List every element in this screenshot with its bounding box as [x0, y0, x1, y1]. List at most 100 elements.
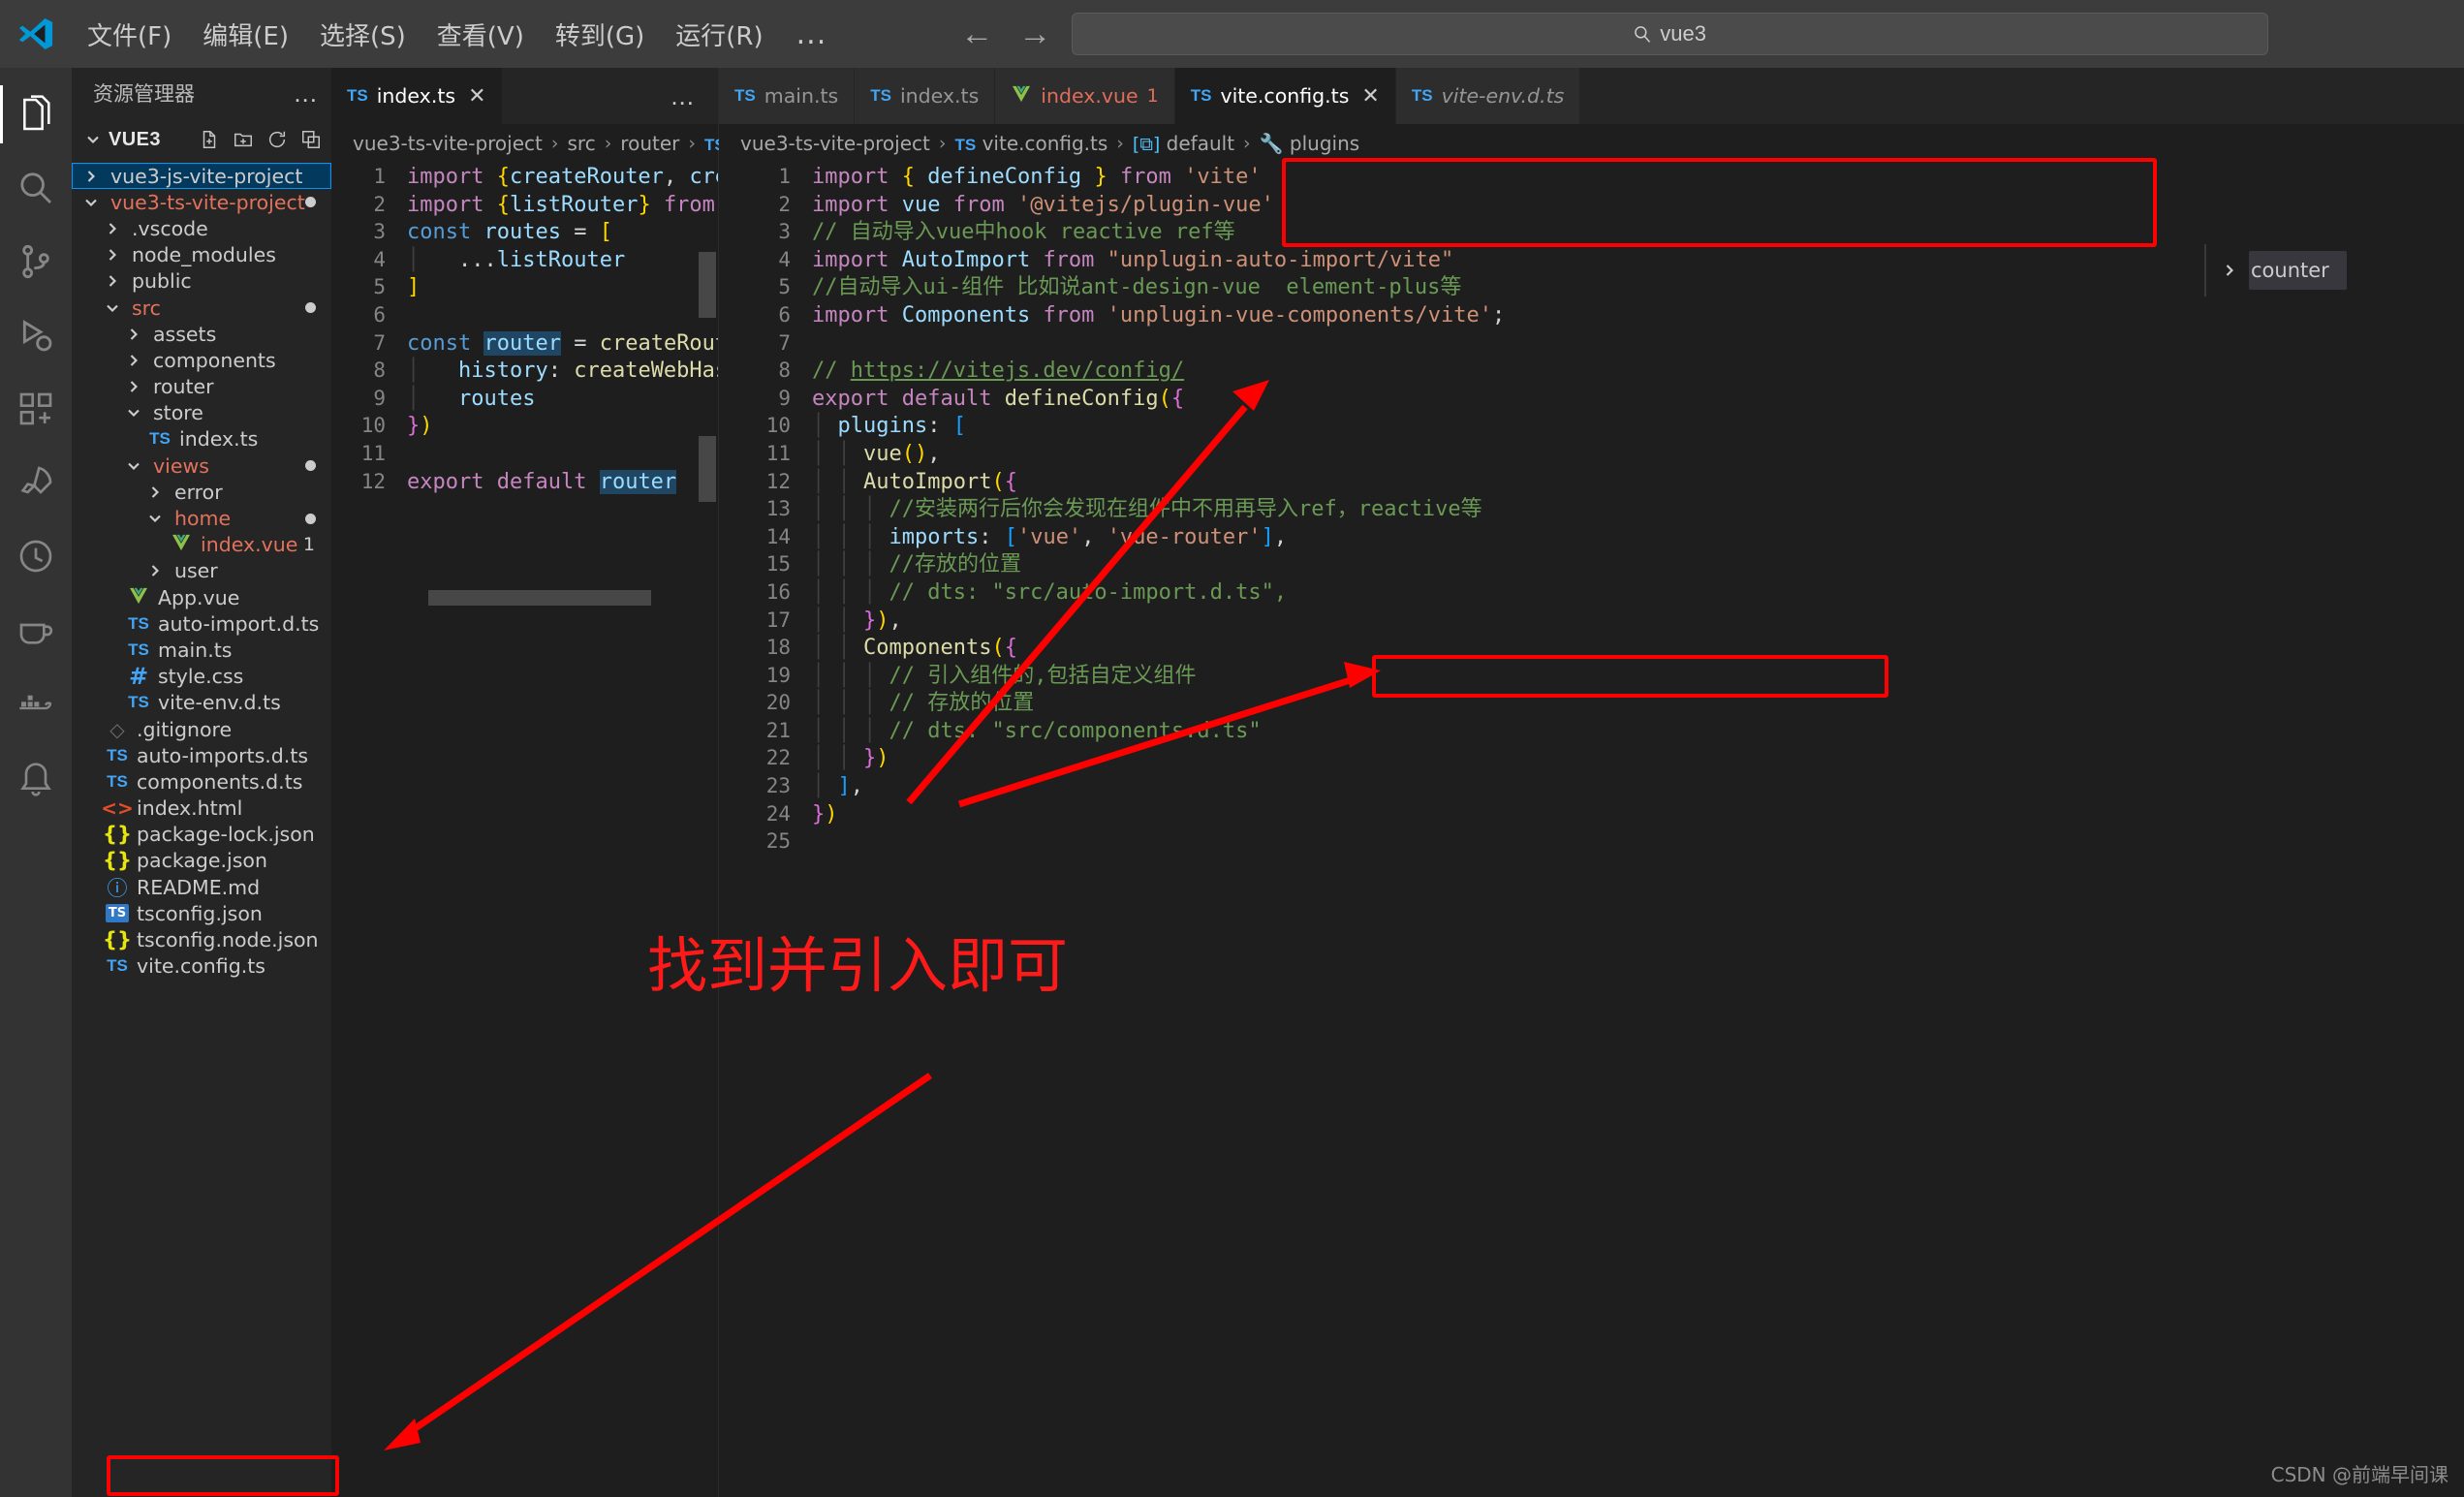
tab-bar-left[interactable]: TS index.ts ✕... — [331, 68, 718, 124]
tree-item-auto-import-d-ts[interactable]: TS auto-import.d.ts — [72, 610, 331, 637]
code-line[interactable]: 8 │ history: createWebHashHistory( — [331, 357, 718, 385]
close-icon[interactable]: ✕ — [468, 84, 485, 109]
search-input[interactable]: vue3 — [1071, 13, 2268, 55]
menu-selection[interactable]: 选择(S) — [304, 11, 421, 58]
tree-item-index-vue[interactable]: index.vue 1 — [72, 532, 331, 558]
breadcrumb-item[interactable]: src — [567, 132, 595, 155]
breadcrumb-item[interactable]: 🔧 plugins — [1260, 132, 1360, 155]
collapse-all-icon[interactable] — [300, 129, 322, 150]
code-line[interactable]: 18 │ │ Components({ — [719, 634, 2464, 662]
tree-item-home[interactable]: home — [72, 505, 331, 531]
workspace-root-row[interactable]: VUE3 — [72, 118, 331, 161]
code-line[interactable]: 4 import AutoImport from "unplugin-auto-i… — [719, 246, 2464, 274]
code-line[interactable]: 10 │ plugins: [ — [719, 412, 2464, 440]
activity-rocket[interactable] — [0, 446, 72, 519]
tree-item-package-lock-json[interactable]: {} package-lock.json — [72, 822, 331, 848]
tree-item-store[interactable]: store — [72, 400, 331, 426]
tree-item-main-ts[interactable]: TS main.ts — [72, 637, 331, 663]
tree-item-views[interactable]: views — [72, 452, 331, 479]
tree-item-style-css[interactable]: # style.css — [72, 663, 331, 690]
explorer-more-actions[interactable]: ... — [294, 78, 318, 109]
activity-source-control[interactable] — [0, 225, 72, 298]
tree-item-components-d-ts[interactable]: TS components.d.ts — [72, 768, 331, 795]
code-line[interactable]: 9 │ routes — [331, 385, 718, 413]
menu-go[interactable]: 转到(G) — [540, 11, 660, 58]
close-icon[interactable]: ✕ — [1361, 84, 1379, 109]
tree-item-index-ts[interactable]: TS index.ts — [72, 426, 331, 452]
tree-item-tsconfig-json[interactable]: TS tsconfig.json — [72, 900, 331, 926]
menu-file[interactable]: 文件(F) — [72, 11, 187, 58]
tab-main-ts[interactable]: TS main.ts — [719, 68, 856, 124]
tree-item-user[interactable]: user — [72, 558, 331, 584]
tab-index-ts[interactable]: TS index.ts ✕ — [331, 68, 503, 124]
new-folder-icon[interactable] — [233, 129, 254, 150]
tab-bar-right[interactable]: TS main.ts TS index.ts index.vue 1 TS vite.conf… — [719, 68, 2464, 124]
menu-view[interactable]: 查看(V) — [421, 11, 540, 58]
activity-java[interactable] — [0, 593, 72, 667]
tree-item--gitignore[interactable]: ◇ .gitignore — [72, 716, 331, 742]
code-line[interactable]: 12 │ │ AutoImport({ — [719, 468, 2464, 496]
code-line[interactable]: 1 import {createRouter, createWebHas — [331, 163, 718, 191]
tree-item-auto-imports-d-ts[interactable]: TS auto-imports.d.ts — [72, 742, 331, 768]
breadcrumb-item[interactable]: TS vite.config.ts — [954, 132, 1107, 155]
activity-run-debug[interactable] — [0, 298, 72, 372]
menu-bar[interactable]: 文件(F) 编辑(E) 选择(S) 查看(V) 转到(G) 运行(R) ... — [72, 11, 844, 58]
code-line[interactable]: 19 │ │ │ // 引入组件的,包括自定义组件 — [719, 662, 2464, 690]
tree-item-src[interactable]: src — [72, 295, 331, 321]
tree-item-node-modules[interactable]: node_modules — [72, 242, 331, 268]
code-line[interactable]: 25 — [719, 827, 2464, 856]
code-line[interactable]: 5] — [331, 273, 718, 301]
tree-item-readme-md[interactable]: ⓘ README.md — [72, 874, 331, 900]
code-line[interactable]: 2 import vue from '@vitejs/plugin-vue' — [719, 191, 2464, 219]
code-line[interactable]: 20 │ │ │ // 存放的位置 — [719, 689, 2464, 717]
tab-index-vue[interactable]: index.vue 1 — [995, 68, 1175, 124]
code-line[interactable]: 12 export default router — [331, 468, 718, 496]
code-line[interactable]: 23 │ ], — [719, 772, 2464, 800]
file-tree[interactable]: vue3-js-vite-project vue3-ts-vite-project… — [72, 163, 331, 980]
code-line[interactable]: 10}) — [331, 412, 718, 440]
forward-arrow-icon[interactable]: → — [1018, 17, 1051, 50]
code-line[interactable]: 4 │ ...listRouter — [331, 246, 718, 274]
new-file-icon[interactable] — [199, 129, 220, 150]
code-line[interactable]: 14 │ │ │ imports: ['vue', 'vue-router'], — [719, 523, 2464, 551]
tree-item-vue3-js-vite-project[interactable]: vue3-js-vite-project — [72, 163, 331, 190]
code-editor-right[interactable]: 1 import { defineConfig } from 'vite' 2 imp… — [719, 163, 2464, 1497]
code-line[interactable]: 6 import Components from 'unplugin-vue-co… — [719, 301, 2464, 329]
code-line[interactable]: 2 import {listRouter} from './module — [331, 191, 718, 219]
code-line[interactable]: 16 │ │ │ // dts: "src/auto-import.d.ts", — [719, 578, 2464, 607]
code-line[interactable]: 13 │ │ │ //安装两行后你会发现在组件中不用再导入ref，reactive… — [719, 495, 2464, 523]
menu-more[interactable]: ... — [779, 17, 845, 51]
code-line[interactable]: 17 │ │ }), — [719, 607, 2464, 635]
code-line[interactable]: 3 // 自动导入vue中hook reactive ref等 — [719, 218, 2464, 246]
code-line[interactable]: 3 const routes = [ — [331, 218, 718, 246]
editor-vertical-scrollbar2-left[interactable] — [699, 436, 716, 502]
outline-item-counter[interactable]: counter — [2249, 251, 2347, 290]
code-line[interactable]: 21 │ │ │ // dts: "src/components.d.ts" — [719, 717, 2464, 745]
tree-item-vite-env-d-ts[interactable]: TS vite-env.d.ts — [72, 690, 331, 716]
explorer-actions[interactable] — [199, 129, 322, 150]
code-line[interactable]: 7 const router = createRouter({ — [331, 329, 718, 358]
menu-run[interactable]: 运行(R) — [660, 11, 778, 58]
editor-actions-more-left[interactable]: ... — [647, 68, 718, 124]
breadcrumb-item[interactable]: [⧉] default — [1133, 132, 1234, 155]
activity-explorer[interactable] — [0, 78, 72, 151]
activity-docker[interactable] — [0, 667, 72, 740]
activity-extensions[interactable] — [0, 372, 72, 446]
code-line[interactable]: 6 — [331, 301, 718, 329]
activity-notifications[interactable] — [0, 740, 72, 814]
tab-index-ts[interactable]: TS index.ts — [855, 68, 996, 124]
navigation-arrows[interactable]: ← → — [960, 17, 1051, 50]
code-line[interactable]: 8 // https://vitejs.dev/config/ — [719, 357, 2464, 385]
tree-item-assets[interactable]: assets — [72, 321, 331, 347]
breadcrumb-item[interactable]: router — [620, 132, 679, 155]
tree-item-tsconfig-node-json[interactable]: {} tsconfig.node.json — [72, 926, 331, 952]
code-line[interactable]: 11 │ │ vue(), — [719, 440, 2464, 468]
code-line[interactable]: 24}) — [719, 800, 2464, 828]
refresh-icon[interactable] — [266, 129, 288, 150]
code-line[interactable]: 11 — [331, 440, 718, 468]
code-line[interactable]: 15 │ │ │ //存放的位置 — [719, 550, 2464, 578]
chevron-right-icon[interactable] — [2220, 261, 2239, 280]
back-arrow-icon[interactable]: ← — [960, 17, 993, 50]
tree-item-app-vue[interactable]: App.vue — [72, 584, 331, 610]
code-line[interactable]: 5//自动导入ui-组件 比如说ant-design-vue element-p… — [719, 273, 2464, 301]
